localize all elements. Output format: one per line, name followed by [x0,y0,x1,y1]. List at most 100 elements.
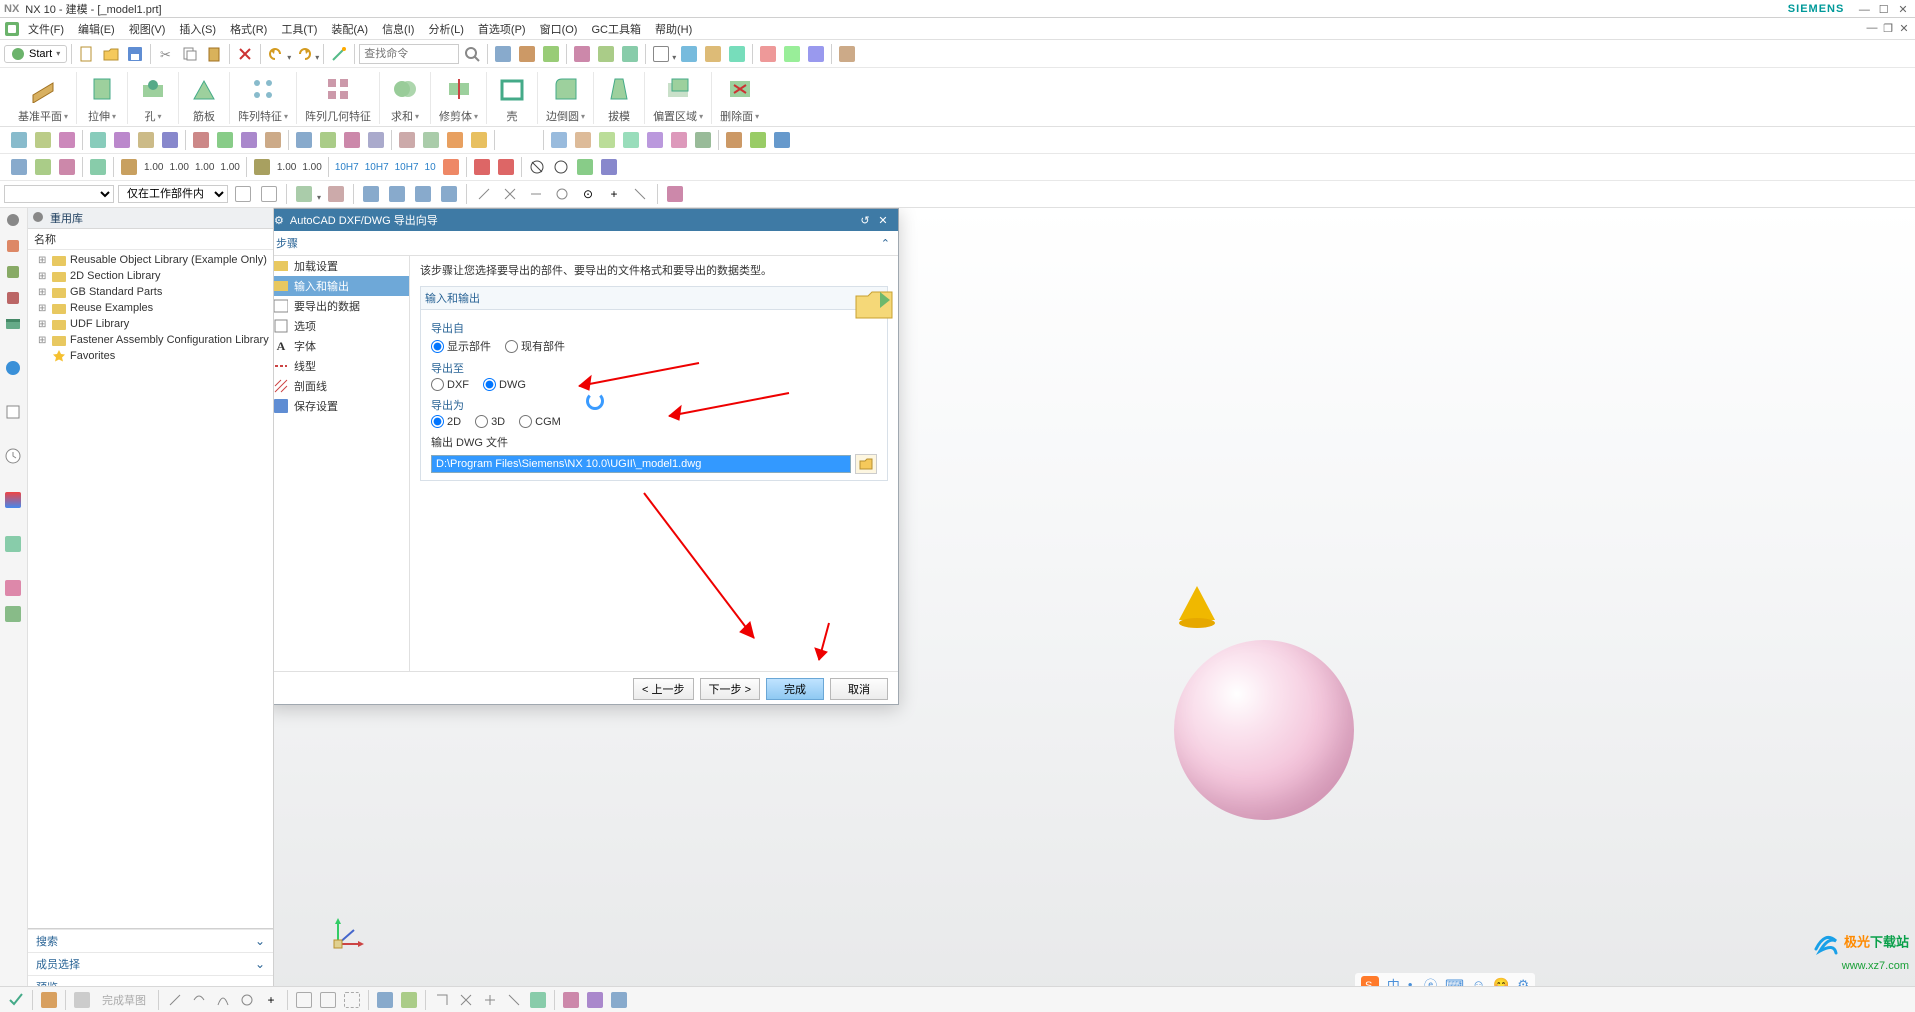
filter-icon[interactable] [258,183,280,205]
tb-icon[interactable] [87,129,109,151]
doc-close-button[interactable]: ✕ [1897,22,1911,35]
graphics-viewport[interactable]: ⚙ AutoCAD DXF/DWG 导出向导 ↺ ✕ 步骤⌃ 加载设置 输入和输… [274,208,1915,998]
tb-icon[interactable] [8,156,30,178]
tree-item[interactable]: ⊞UDF Library [28,316,273,332]
clock-icon[interactable] [5,448,23,466]
snap-point-icon[interactable]: ⊙ [577,183,599,205]
snap-point-icon[interactable] [525,183,547,205]
tb-icon[interactable] [135,129,157,151]
menu-assembly[interactable]: 装配(A) [325,21,374,37]
sb-icon[interactable]: + [261,990,281,1010]
cancel-button[interactable]: 取消 [830,678,888,700]
constraint-navigator-icon[interactable] [5,290,23,308]
tb-icon[interactable] [516,43,538,65]
cut-icon[interactable]: ✂ [155,43,177,65]
doc-minimize-button[interactable]: — [1865,22,1879,35]
reuse-member-section[interactable]: 成员选择⌄ [28,952,273,975]
sb-icon[interactable] [72,990,92,1010]
command-search-input[interactable] [359,44,459,64]
tb-icon[interactable] [726,43,748,65]
rail-icon[interactable] [5,580,23,598]
nav-hatch[interactable]: 剖面线 [274,376,409,396]
pattern-geom-button[interactable] [321,72,355,106]
menu-format[interactable]: 格式(R) [224,21,273,37]
sb-icon[interactable] [6,990,26,1010]
snap-point-icon[interactable] [551,183,573,205]
tb-icon[interactable] [526,156,548,178]
io-section-header[interactable]: 输入和输出⌃ [420,286,888,310]
unite-button[interactable] [388,72,422,106]
tree-item[interactable]: ⊞Reusable Object Library (Example Only) [28,252,273,268]
tb-icon[interactable] [805,43,827,65]
filter-icon[interactable] [232,183,254,205]
menu-analysis[interactable]: 分析(L) [422,21,469,37]
snap-icon[interactable] [293,183,315,205]
tb-icon[interactable] [32,156,54,178]
tb-icon[interactable] [190,129,212,151]
browse-button[interactable] [855,454,877,474]
tb-icon[interactable] [781,43,803,65]
tb-icon[interactable] [619,43,641,65]
snap-point-icon[interactable] [499,183,521,205]
tb-icon[interactable] [723,129,745,151]
tb-icon[interactable] [214,129,236,151]
tb-icon[interactable] [495,156,517,178]
offset-region-button[interactable] [661,72,695,106]
delete-icon[interactable] [234,43,256,65]
sb-icon[interactable] [189,990,209,1010]
tree-item[interactable]: ⊞2D Section Library [28,268,273,284]
reuse-search-section[interactable]: 搜索⌄ [28,929,273,952]
nav-input-output[interactable]: 输入和输出 [274,276,409,296]
search-icon[interactable] [461,43,483,65]
snap-point-icon[interactable] [664,183,686,205]
sb-icon[interactable] [375,990,395,1010]
dialog-close-icon[interactable]: ✕ [874,214,892,227]
tb-icon[interactable] [492,43,514,65]
draft-button[interactable] [602,72,636,106]
tb-icon[interactable] [87,156,109,178]
tree-item[interactable]: ⊞Fastener Assembly Configuration Library [28,332,273,348]
assembly-navigator-icon[interactable] [5,264,23,282]
tb-icon[interactable] [771,129,793,151]
snap-point-icon[interactable]: + [603,183,625,205]
internet-icon[interactable] [5,360,23,378]
tb-icon[interactable] [118,156,140,178]
next-button[interactable]: 下一步 > [700,678,760,700]
menu-file[interactable]: 文件(F) [22,21,70,37]
rail-icon[interactable] [5,492,23,510]
menu-window[interactable]: 窗口(O) [534,21,584,37]
extrude-button[interactable] [85,72,119,106]
maximize-button[interactable]: ☐ [1876,3,1892,16]
reuse-library-icon[interactable] [5,316,23,334]
snap-icon[interactable] [386,183,408,205]
tb-icon[interactable] [702,43,724,65]
tb-icon[interactable] [471,156,493,178]
finish-button[interactable]: 完成 [766,678,824,700]
tb-icon[interactable] [550,156,572,178]
sb-icon[interactable] [39,990,59,1010]
menu-insert[interactable]: 插入(S) [173,21,222,37]
tb-icon[interactable] [595,43,617,65]
sb-icon[interactable] [609,990,629,1010]
sb-icon[interactable] [480,990,500,1010]
tb-icon[interactable] [572,129,594,151]
tb-icon[interactable] [444,129,466,151]
sb-icon[interactable] [456,990,476,1010]
tb-icon[interactable] [341,129,363,151]
tb-icon[interactable] [56,156,78,178]
tb-icon[interactable] [468,129,490,151]
sb-icon[interactable] [318,990,338,1010]
sb-icon[interactable] [561,990,581,1010]
radio-display-part[interactable]: 显示部件 [431,338,491,354]
tb-icon[interactable] [32,129,54,151]
redo-icon[interactable] [293,43,315,65]
tb-icon[interactable] [668,129,690,151]
nav-options[interactable]: 选项 [274,316,409,336]
tb-icon[interactable] [757,43,779,65]
menu-gctoolbox[interactable]: GC工具箱 [585,21,647,37]
radio-existing-part[interactable]: 现有部件 [505,338,565,354]
pattern-feature-button[interactable] [246,72,280,106]
menu-info[interactable]: 信息(I) [376,21,420,37]
tree-item-favorites[interactable]: Favorites [28,348,273,364]
undo-icon[interactable] [265,43,287,65]
